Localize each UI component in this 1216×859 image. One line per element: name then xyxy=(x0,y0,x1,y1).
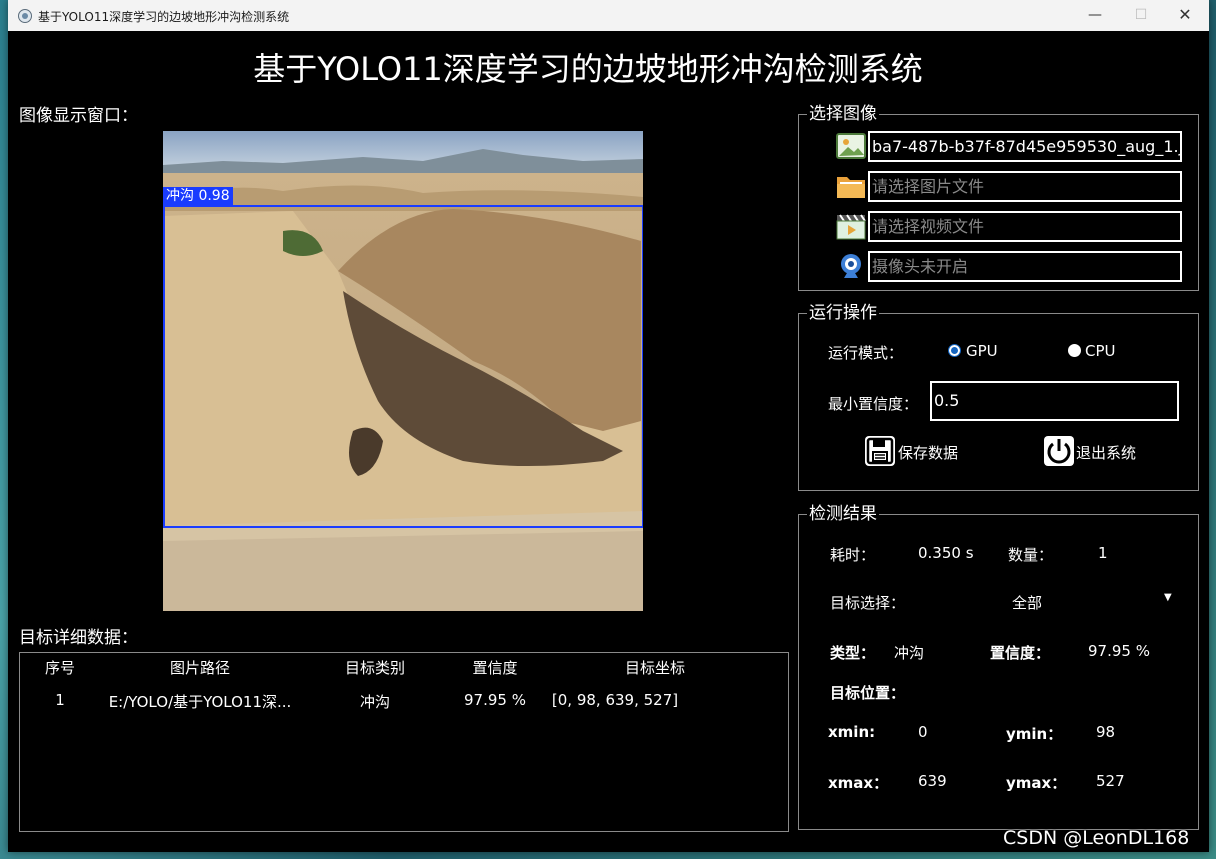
title-bar: 基于YOLO11深度学习的边坡地形冲沟检测系统 — ☐ ✕ xyxy=(8,0,1209,31)
xmin-label: xmin: xyxy=(828,723,876,741)
ymax-value: 527 xyxy=(1096,772,1125,790)
type-value: 冲沟 xyxy=(894,644,925,662)
page-title: 基于YOLO11深度学习的边坡地形冲沟检测系统 xyxy=(253,50,923,88)
run-ops-title: 运行操作 xyxy=(807,303,879,323)
confidence-value: 97.95 % xyxy=(1088,642,1150,660)
count-value: 1 xyxy=(1098,544,1108,562)
cell-path: E:/YOLO/基于YOLO11深... xyxy=(108,693,292,711)
min-conf-input[interactable]: 0.5 xyxy=(930,381,1179,421)
count-label: 数量： xyxy=(1008,546,1054,564)
mode-label: 运行模式： xyxy=(828,344,904,362)
cell-class: 冲沟 xyxy=(359,693,390,711)
target-select-value: 全部 xyxy=(1012,594,1043,612)
min-conf-label: 最小置信度： xyxy=(828,395,919,413)
column-header-confidence: 置信度 xyxy=(472,659,518,677)
type-label: 类型： xyxy=(830,644,876,662)
app-window: 基于YOLO11深度学习的边坡地形冲沟检测系统 — ☐ ✕ 基于YOLO11深度… xyxy=(8,0,1209,852)
confidence-label: 置信度： xyxy=(990,644,1051,662)
exit-system-label: 退出系统 xyxy=(1076,444,1137,462)
xmin-value: 0 xyxy=(918,723,928,741)
xmax-value: 639 xyxy=(918,772,947,790)
details-label: 目标详细数据： xyxy=(19,628,138,648)
column-header-index: 序号 xyxy=(44,659,75,677)
select-image-title: 选择图像 xyxy=(807,104,879,124)
camera-field[interactable]: 摄像头未开启 xyxy=(868,251,1182,282)
target-select-label: 目标选择： xyxy=(830,594,906,612)
results-title: 检测结果 xyxy=(807,504,879,524)
minimize-button[interactable]: — xyxy=(1075,4,1115,28)
gpu-radio[interactable] xyxy=(948,344,961,357)
cpu-radio[interactable] xyxy=(1068,344,1081,357)
window-title: 基于YOLO11深度学习的边坡地形冲沟检测系统 xyxy=(38,10,290,24)
image-display: 冲沟 0.98 xyxy=(163,131,643,611)
position-label: 目标位置： xyxy=(830,684,906,702)
close-button[interactable]: ✕ xyxy=(1165,4,1205,28)
save-icon xyxy=(865,436,895,466)
image-folder-field[interactable]: 请选择图片文件 xyxy=(868,171,1182,202)
xmax-label: xmax： xyxy=(828,774,889,792)
cell-confidence: 97.95 % xyxy=(464,691,526,709)
watermark: CSDN @LeonDL168 xyxy=(1003,827,1190,849)
time-label: 耗时： xyxy=(830,546,876,564)
maximize-button[interactable]: ☐ xyxy=(1121,4,1161,28)
save-data-label: 保存数据 xyxy=(898,444,959,462)
ymin-label: ymin： xyxy=(1006,725,1063,743)
detection-box xyxy=(163,205,643,528)
cpu-radio-label: CPU xyxy=(1085,342,1116,360)
camera-icon[interactable] xyxy=(836,251,866,281)
chevron-down-icon: ▼ xyxy=(1164,592,1172,603)
column-header-coords: 目标坐标 xyxy=(624,659,685,677)
image-panel-label: 图像显示窗口： xyxy=(19,106,138,126)
image-file-field[interactable]: ba7-487b-b37f-87d45e959530_aug_1.jpg xyxy=(868,131,1182,162)
details-table[interactable]: 序号 图片路径 目标类别 置信度 目标坐标 1 E:/YOLO/基于YOLO11… xyxy=(19,652,789,832)
video-file-field[interactable]: 请选择视频文件 xyxy=(868,211,1182,242)
ymin-value: 98 xyxy=(1096,723,1116,741)
power-icon xyxy=(1044,436,1074,466)
column-header-path: 图片路径 xyxy=(169,659,230,677)
detection-label: 冲沟 0.98 xyxy=(163,187,233,205)
image-icon[interactable] xyxy=(836,131,866,161)
gpu-radio-label: GPU xyxy=(966,342,998,360)
cell-index: 1 xyxy=(55,691,65,709)
column-header-class: 目标类别 xyxy=(344,659,405,677)
time-value: 0.350 s xyxy=(918,544,974,562)
ymax-label: ymax： xyxy=(1006,774,1067,792)
video-icon[interactable] xyxy=(836,211,866,241)
app-icon xyxy=(18,9,32,23)
cell-coords: [0, 98, 639, 527] xyxy=(551,691,679,709)
folder-icon[interactable] xyxy=(836,171,866,201)
